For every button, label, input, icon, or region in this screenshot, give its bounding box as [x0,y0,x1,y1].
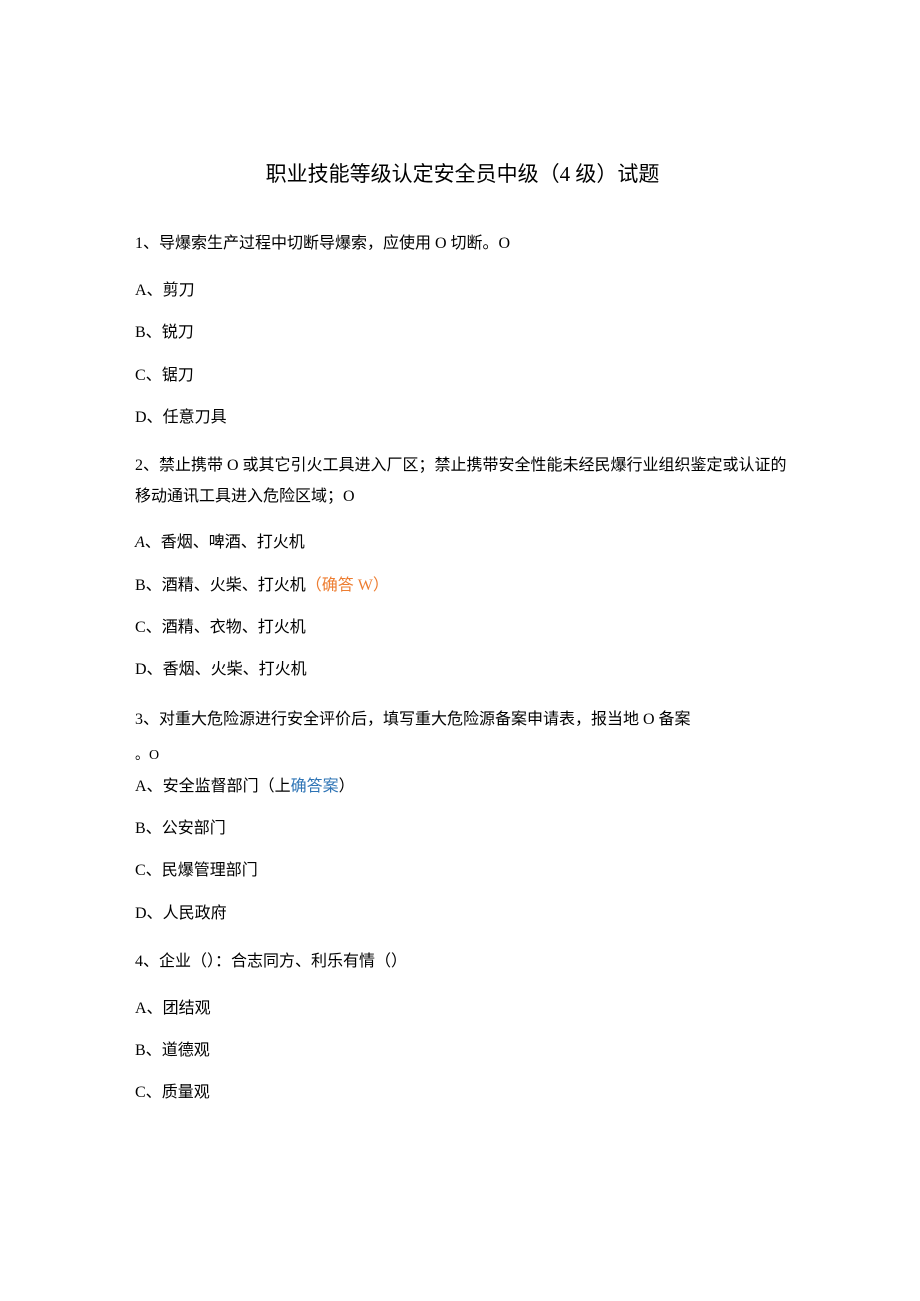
page-title: 职业技能等级认定安全员中级（4 级）试题 [135,160,790,189]
option-prefix: A、 [135,282,163,299]
option-prefix: D、 [135,409,163,426]
option-prefix: B、 [135,324,162,341]
question-4-option-c: C、质量观 [135,1082,790,1104]
question-1-option-c: C、锯刀 [135,365,790,387]
question-4-option-b: B、道德观 [135,1040,790,1062]
answer-tag-close: ） [373,577,389,594]
question-3-option-a: A、安全监督部门（上确答案） [135,776,790,798]
option-text: 、香烟、啤酒、打火机 [145,534,305,551]
question-1-text: 1、导爆索生产过程中切断导爆索，应使用 O 切断。O [135,229,790,259]
question-4: 4、企业（）：合志同方、利乐有情（） A、团结观 B、道德观 C、质量观 [135,947,790,1105]
option-prefix: D、 [135,661,163,678]
option-prefix: D、 [135,905,163,922]
answer-tag-text: 确答 W [322,577,373,594]
option-text: 酒精、火柴、打火机 [162,577,306,594]
question-1-option-d: D、任意刀具 [135,407,790,429]
option-text: 质量观 [162,1084,210,1101]
question-1-option-a: A、剪刀 [135,280,790,302]
option-text: 酒精、衣物、打火机 [162,619,306,636]
option-text: 锐刀 [162,324,194,341]
option-prefix: C、 [135,862,162,879]
question-3-option-c: C、民爆管理部门 [135,860,790,882]
option-prefix: B、 [135,820,162,837]
question-3-line-o: 。O [135,742,790,770]
option-text: 公安部门 [162,820,226,837]
option-text: 任意刀具 [163,409,227,426]
question-3-text: 3、对重大危险源进行安全评价后，填写重大危险源备案申请表，报当地 O 备案 。O [135,704,790,770]
option-prefix: B、 [135,577,162,594]
question-3-line1: 3、对重大危险源进行安全评价后，填写重大危险源备案申请表，报当地 O 备案 [135,704,790,736]
option-prefix: B、 [135,1042,162,1059]
question-3-option-d: D、人民政府 [135,903,790,925]
option-text: 剪刀 [163,282,195,299]
option-prefix: C、 [135,1084,162,1101]
option-prefix: C、 [135,367,162,384]
question-2-option-a: A、香烟、啤酒、打火机 [135,532,790,554]
option-prefix: A、 [135,1000,163,1017]
question-2-option-b: B、酒精、火柴、打火机（确答 W） [135,575,790,597]
question-2-option-c: C、酒精、衣物、打火机 [135,617,790,639]
question-3-option-b: B、公安部门 [135,818,790,840]
option-prefix: C、 [135,619,162,636]
option-text: 香烟、火柴、打火机 [163,661,307,678]
option-prefix: A [135,534,145,551]
question-2-text: 2、禁止携带 O 或其它引火工具进入厂区；禁止携带安全性能未经民爆行业组织鉴定或… [135,451,790,512]
option-prefix: A、 [135,778,163,795]
answer-tag-open: （ [306,577,322,594]
answer-link-text: 确答案 [291,778,339,795]
option-text: 团结观 [163,1000,211,1017]
question-2-option-d: D、香烟、火柴、打火机 [135,659,790,681]
option-text: 锯刀 [162,367,194,384]
option-text: 安全监督部门（上 [163,778,291,795]
question-1-option-b: B、锐刀 [135,322,790,344]
question-3: 3、对重大危险源进行安全评价后，填写重大危险源备案申请表，报当地 O 备案 。O… [135,704,790,926]
question-2: 2、禁止携带 O 或其它引火工具进入厂区；禁止携带安全性能未经民爆行业组织鉴定或… [135,451,790,681]
answer-close: ） [339,778,355,795]
option-text: 道德观 [162,1042,210,1059]
option-text: 人民政府 [163,905,227,922]
question-1: 1、导爆索生产过程中切断导爆索，应使用 O 切断。O A、剪刀 B、锐刀 C、锯… [135,229,790,429]
question-4-text: 4、企业（）：合志同方、利乐有情（） [135,947,790,977]
question-4-option-a: A、团结观 [135,998,790,1020]
option-text: 民爆管理部门 [162,862,258,879]
